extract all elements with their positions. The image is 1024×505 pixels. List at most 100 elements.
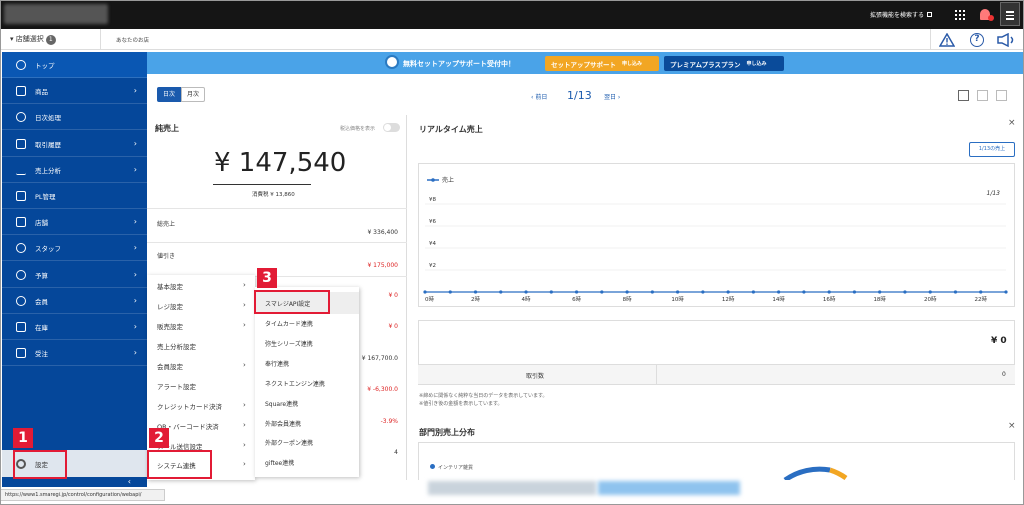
prev-day-button[interactable]: ‹ 前日 (531, 92, 547, 101)
x-tick-label: 22時 (974, 295, 987, 303)
submenu-item-register[interactable]: レジ設定 › (157, 301, 246, 311)
legend-dot-icon (430, 464, 435, 469)
sidebar: トップ 商品 › 日次処理 取引履歴 › 売上分析 › PL管理 店舗 › スタッフ › … (2, 52, 147, 480)
data-point (777, 290, 781, 294)
data-point (928, 290, 932, 294)
submenu-item-label: 会員設定 (157, 363, 183, 371)
dept-legend-label: インテリア雑貨 (438, 465, 474, 471)
chevron-right-icon: › (243, 301, 246, 309)
sidebar-item-pl[interactable]: PL管理 (2, 183, 147, 209)
sidebar-item-top[interactable]: トップ (2, 52, 147, 78)
chevron-right-icon: › (616, 94, 621, 101)
submenu-item-square[interactable]: Square連携 (265, 399, 298, 408)
data-point (1004, 290, 1008, 294)
data-point (852, 290, 857, 294)
sidebar-item-budget[interactable]: 予算 › (2, 262, 147, 288)
prev-day-label: 前日 (535, 94, 548, 101)
notification-dot (988, 15, 994, 21)
divider (147, 208, 407, 209)
x-tick-label: 16時 (823, 295, 836, 303)
sidebar-item-label: 在庫 (35, 323, 48, 332)
premium-plan-button[interactable]: プレミアムプラスプラン 申し込み (664, 56, 784, 71)
premium-plan-label: プレミアムプラスプラン (670, 60, 741, 69)
store-select-dropdown[interactable]: ▾ 店舗選択 1 (10, 34, 56, 45)
sidebar-item-daily[interactable]: 日次処理 (2, 104, 147, 130)
hamburger-menu-icon[interactable] (1000, 2, 1020, 26)
banner-text: 無料セットアップサポート受付中！ (403, 60, 515, 68)
submenu-item-alert[interactable]: アラート設定 (157, 381, 196, 391)
row-value: 4 (394, 449, 398, 456)
submenu-item-member[interactable]: 会員設定 › (157, 361, 246, 371)
submenu-item-basic[interactable]: 基本設定 › (157, 281, 246, 291)
warning-icon[interactable] (939, 33, 955, 47)
submenu-item-analysis[interactable]: 売上分析設定 (157, 341, 196, 351)
sidebar-item-label: 予算 (35, 271, 48, 280)
chevron-right-icon: › (133, 139, 137, 148)
sidebar-item-staff[interactable]: スタッフ › (2, 235, 147, 261)
next-day-button[interactable]: 翌日 › (604, 92, 620, 101)
submenu-item-bugyo[interactable]: 奉行連携 (265, 359, 289, 368)
data-point (574, 290, 579, 294)
x-tick-label: 10時 (671, 295, 684, 303)
order-icon (16, 347, 26, 358)
extension-search-link[interactable]: 拡張機能を検索する (870, 10, 933, 19)
layout-rows-icon[interactable] (958, 90, 969, 101)
close-icon[interactable]: × (1008, 421, 1016, 431)
chart-date-label: 1/13 (987, 190, 1001, 197)
help-icon[interactable]: ? (970, 33, 984, 47)
staff-icon (16, 242, 26, 253)
sidebar-item-transactions[interactable]: 取引履歴 › (2, 131, 147, 157)
submenu-item-label: レジ設定 (157, 303, 183, 311)
submenu-item-giftee[interactable]: giftee連携 (265, 458, 294, 467)
submenu-item-nextengine[interactable]: ネクストエンジン連携 (265, 379, 325, 388)
sidebar-item-members[interactable]: 会員 › (2, 288, 147, 314)
submenu-item-label: クレジットカード決済 (157, 403, 222, 411)
setup-support-button[interactable]: セットアップサポート 申し込み (545, 56, 659, 71)
chevron-right-icon: › (243, 441, 246, 449)
register-icon (16, 138, 26, 149)
box-icon (16, 85, 26, 96)
submenu-item-sales[interactable]: 販売設定 › (157, 321, 246, 331)
layout-single-icon[interactable] (996, 90, 1007, 101)
callout-number-1: 1 (13, 428, 33, 448)
shop-name: あなたのお店 (116, 38, 150, 44)
sidebar-item-orders[interactable]: 受注 › (2, 340, 147, 366)
day-sales-button[interactable]: 1/13の売上 (969, 142, 1015, 157)
sidebar-item-products[interactable]: 商品 › (2, 78, 147, 104)
key-icon (16, 111, 26, 122)
apps-grid-icon[interactable] (955, 10, 965, 20)
row-value-discount: ¥ 175,000 (367, 262, 398, 269)
status-url: https://www1.smaregi.jp/control/configur… (0, 489, 165, 501)
sidebar-item-label: 受注 (35, 349, 48, 358)
chevron-right-icon: › (133, 348, 137, 357)
submenu-item-credit[interactable]: クレジットカード決済 › (157, 401, 246, 411)
divider (930, 29, 931, 50)
sidebar-item-label: 商品 (35, 87, 48, 96)
sidebar-item-label: スタッフ (35, 244, 61, 253)
x-tick-label: 0時 (425, 295, 434, 303)
tax-toggle-switch[interactable] (383, 123, 400, 132)
close-icon[interactable]: × (1008, 118, 1016, 128)
chevron-right-icon: › (243, 361, 246, 369)
data-point (524, 290, 528, 294)
announcement-icon[interactable] (996, 33, 1016, 47)
sidebar-item-stores[interactable]: 店舗 › (2, 209, 147, 235)
sidebar-item-stock[interactable]: 在庫 › (2, 314, 147, 340)
submenu-item-yayoi[interactable]: 弥生シリーズ連携 (265, 339, 313, 348)
submenu-item-ext-member[interactable]: 外部会員連携 (265, 419, 301, 428)
trend-icon (16, 165, 26, 175)
blurred-footer-link (428, 481, 596, 495)
data-point (726, 290, 730, 294)
tab-monthly[interactable]: 月次 (181, 87, 205, 102)
submenu-item-timecard[interactable]: タイムカード連携 (265, 319, 313, 328)
layout-columns-icon[interactable] (977, 90, 988, 101)
data-point (423, 290, 427, 294)
sidebar-item-analysis[interactable]: 売上分析 › (2, 157, 147, 183)
chevron-right-icon: › (133, 243, 137, 252)
callout-number-2: 2 (149, 428, 169, 448)
tab-daily[interactable]: 日次 (157, 87, 181, 102)
apply-label: 申し込み (746, 61, 767, 67)
submenu-item-ext-coupon[interactable]: 外部クーポン連携 (265, 438, 313, 447)
consumption-tax: 消費税 ¥ 13,860 (252, 192, 295, 198)
transaction-count-label: 取引数 (526, 373, 545, 380)
